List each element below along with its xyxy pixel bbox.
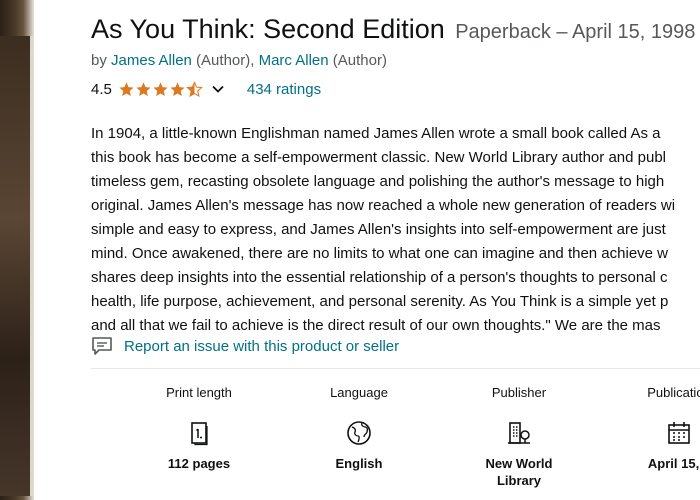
description-line: original. James Allen's message has now … [91,197,676,214]
description-line: In 1904, a little-known Englishman named… [91,125,661,142]
description-line: shares deep insights into the essential … [91,269,668,286]
description-line: timeless gem, recasting obsolete languag… [91,173,665,190]
detail-publisher: Publisher New World Library [439,384,599,489]
byline: by James Allen (Author), Marc Allen (Aut… [91,52,387,69]
author-link-marc-allen[interactable]: Marc Allen [259,52,329,69]
feedback-icon [92,337,112,355]
report-issue-link[interactable]: Report an issue with this product or sel… [91,336,399,356]
product-format: Paperback – April 15, 1998 [455,21,696,43]
detail-label: Publisher [491,385,547,400]
author-role: (Author) [328,52,387,69]
book-pages-icon [191,422,208,446]
calendar-icon [668,422,690,444]
chevron-down-icon[interactable] [211,82,225,96]
detail-label: Print length [166,385,232,400]
detail-value: New World Library [485,456,553,488]
detail-label: Publication [647,385,700,400]
building-icon [508,422,530,444]
description-line: simple and easy to express, and James Al… [91,221,666,238]
star-icon [153,81,168,96]
star-icon [170,81,185,96]
product-title-row: As You Think: Second Edition Paperback –… [91,14,695,45]
star-icon [119,81,134,96]
author-link-james-allen[interactable]: James Allen [111,52,192,69]
detail-print-length: Print length 112 pages [119,384,279,472]
detail-value: April 15, 1 [647,456,700,471]
detail-label: Language [330,385,388,400]
globe-icon [347,421,371,445]
book-cover-frame [0,36,33,496]
description-line: this book has become a self-empowerment … [91,149,666,166]
detail-language: Language English [279,384,439,472]
description-line: and all that we fail to achieve is the d… [91,317,661,334]
product-title: As You Think: Second Edition [91,14,445,44]
byline-prefix: by [91,52,112,69]
detail-value: 112 pages [167,456,231,471]
report-issue-label: Report an issue with this product or sel… [124,337,400,355]
description-line: mind. Once awakened, there are no limits… [91,245,669,262]
star-rating[interactable] [118,80,203,98]
detail-publication-date: Publication April 15, 1 [599,384,700,472]
divider [91,368,700,369]
author-role: (Author), [191,52,259,69]
detail-value: English [335,456,383,471]
ratings-count-link[interactable]: 434 ratings [247,81,321,98]
description-line: health, life purpose, achievement, and p… [91,293,669,310]
book-cover-image[interactable] [0,0,34,500]
star-icon [136,81,151,96]
product-description: In 1904, a little-known Englishman named… [91,122,700,338]
rating-value: 4.5 [91,80,112,98]
rating-row: 4.5 434 ratings [91,78,321,100]
half-star-icon [186,80,203,97]
